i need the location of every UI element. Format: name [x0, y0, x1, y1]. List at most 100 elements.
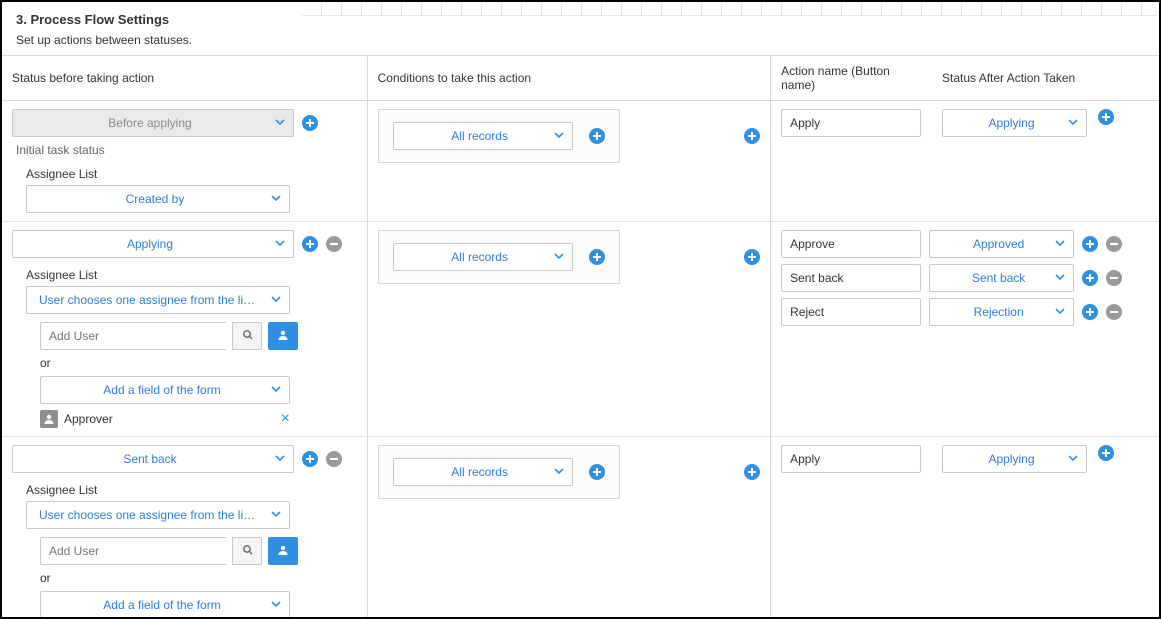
add-field-select[interactable]: Add a field of the form — [40, 376, 290, 404]
status-after-value: Sent back — [942, 271, 1055, 285]
action-name-input[interactable] — [781, 264, 921, 292]
assignee-mode-value: User chooses one assignee from the list … — [39, 508, 259, 522]
status-after-select[interactable]: Applying — [942, 109, 1087, 137]
status-after-value: Applying — [955, 116, 1068, 130]
chevron-down-icon — [1068, 118, 1078, 128]
search-user-button[interactable] — [232, 537, 262, 565]
chevron-down-icon — [554, 131, 564, 141]
assignee-list-label: Assignee List — [26, 483, 357, 497]
assignee-list-label: Assignee List — [26, 167, 357, 181]
status-before-select[interactable]: Applying — [12, 230, 294, 258]
or-label: or — [40, 571, 357, 585]
col-header-status-after: Status After Action Taken — [932, 56, 1088, 101]
remove-status-button[interactable] — [326, 236, 342, 252]
col-header-status-before: Status before taking action — [2, 56, 367, 101]
add-status-button[interactable] — [302, 451, 318, 467]
or-label: or — [40, 356, 357, 370]
status-before-select[interactable]: Before applying — [12, 109, 294, 137]
add-action-button[interactable] — [1082, 270, 1098, 286]
condition-value: All records — [406, 129, 554, 143]
assignee-field-name: Approver — [64, 412, 113, 426]
assignee-mode-select[interactable]: Created by — [26, 185, 290, 213]
org-picker-button[interactable] — [268, 537, 298, 565]
chevron-down-icon — [271, 510, 281, 520]
add-condition-group-button[interactable] — [744, 464, 760, 480]
add-condition-button[interactable] — [589, 249, 605, 265]
status-before-value: Sent back — [25, 452, 275, 466]
status-after-select[interactable]: Approved — [929, 230, 1074, 258]
assignee-mode-select[interactable]: User chooses one assignee from the list … — [26, 286, 290, 314]
remove-status-button[interactable] — [326, 451, 342, 467]
condition-block: All records — [378, 445, 620, 499]
condition-block: All records — [378, 230, 620, 284]
status-before-value: Before applying — [25, 116, 275, 130]
condition-select[interactable]: All records — [393, 458, 573, 486]
add-status-button[interactable] — [302, 236, 318, 252]
remove-action-button[interactable] — [1106, 304, 1122, 320]
flow-row: Before applying Initial task status Assi… — [2, 101, 1159, 222]
chevron-down-icon — [554, 252, 564, 262]
add-condition-group-button[interactable] — [744, 128, 760, 144]
add-field-label: Add a field of the form — [53, 598, 271, 612]
search-icon — [242, 544, 253, 558]
condition-value: All records — [406, 250, 554, 264]
condition-select[interactable]: All records — [393, 122, 573, 150]
search-user-button[interactable] — [232, 322, 262, 350]
assignee-mode-select[interactable]: User chooses one assignee from the list … — [26, 501, 290, 529]
flow-row: Sent back Assignee List User chooses one… — [2, 437, 1159, 619]
add-condition-group-button[interactable] — [744, 249, 760, 265]
status-after-select[interactable]: Applying — [942, 445, 1087, 473]
add-action-button[interactable] — [1082, 236, 1098, 252]
chevron-down-icon — [275, 454, 285, 464]
action-name-input[interactable] — [781, 298, 921, 326]
status-before-value: Applying — [25, 237, 275, 251]
chevron-down-icon — [275, 118, 285, 128]
status-after-value: Rejection — [942, 305, 1055, 319]
org-icon — [277, 544, 289, 559]
assignee-field-chip: Approver × — [40, 410, 290, 428]
status-after-select[interactable]: Sent back — [929, 264, 1074, 292]
condition-value: All records — [406, 465, 554, 479]
status-before-select[interactable]: Sent back — [12, 445, 294, 473]
condition-select[interactable]: All records — [393, 243, 573, 271]
org-picker-button[interactable] — [268, 322, 298, 350]
assignee-list-label: Assignee List — [26, 268, 357, 282]
add-status-button[interactable] — [302, 115, 318, 131]
col-header-action-name: Action name (Button name) — [771, 56, 932, 101]
col-header-conditions: Conditions to take this action — [367, 56, 770, 101]
chevron-down-icon — [271, 385, 281, 395]
add-user-input[interactable] — [40, 537, 226, 565]
add-action-button[interactable] — [1082, 304, 1098, 320]
remove-chip-button[interactable]: × — [281, 410, 290, 428]
ruler-decoration — [302, 4, 1157, 16]
remove-action-button[interactable] — [1106, 270, 1122, 286]
condition-block: All records — [378, 109, 620, 163]
add-field-select[interactable]: Add a field of the form — [40, 591, 290, 619]
add-action-button[interactable] — [1098, 109, 1114, 125]
chevron-down-icon — [1055, 273, 1065, 283]
chevron-down-icon — [271, 600, 281, 610]
action-name-input[interactable] — [781, 230, 921, 258]
add-condition-button[interactable] — [589, 128, 605, 144]
chevron-down-icon — [1055, 239, 1065, 249]
org-icon — [277, 329, 289, 344]
remove-action-button[interactable] — [1106, 236, 1122, 252]
action-name-input[interactable] — [781, 445, 921, 473]
status-after-value: Approved — [942, 237, 1055, 251]
add-condition-button[interactable] — [589, 464, 605, 480]
chevron-down-icon — [554, 467, 564, 477]
add-action-button[interactable] — [1098, 445, 1114, 461]
initial-task-status-label: Initial task status — [16, 143, 357, 157]
chevron-down-icon — [271, 194, 281, 204]
status-after-value: Applying — [955, 452, 1068, 466]
add-user-input[interactable] — [40, 322, 226, 350]
chevron-down-icon — [1055, 307, 1065, 317]
assignee-mode-value: User chooses one assignee from the list … — [39, 293, 259, 307]
action-name-input[interactable] — [781, 109, 921, 137]
flow-row: Applying Assignee List User chooses one … — [2, 222, 1159, 437]
section-subtitle: Set up actions between statuses. — [16, 33, 1145, 47]
status-after-select[interactable]: Rejection — [929, 298, 1074, 326]
search-icon — [242, 329, 253, 343]
assignee-mode-value: Created by — [39, 192, 271, 206]
person-icon — [40, 410, 58, 428]
